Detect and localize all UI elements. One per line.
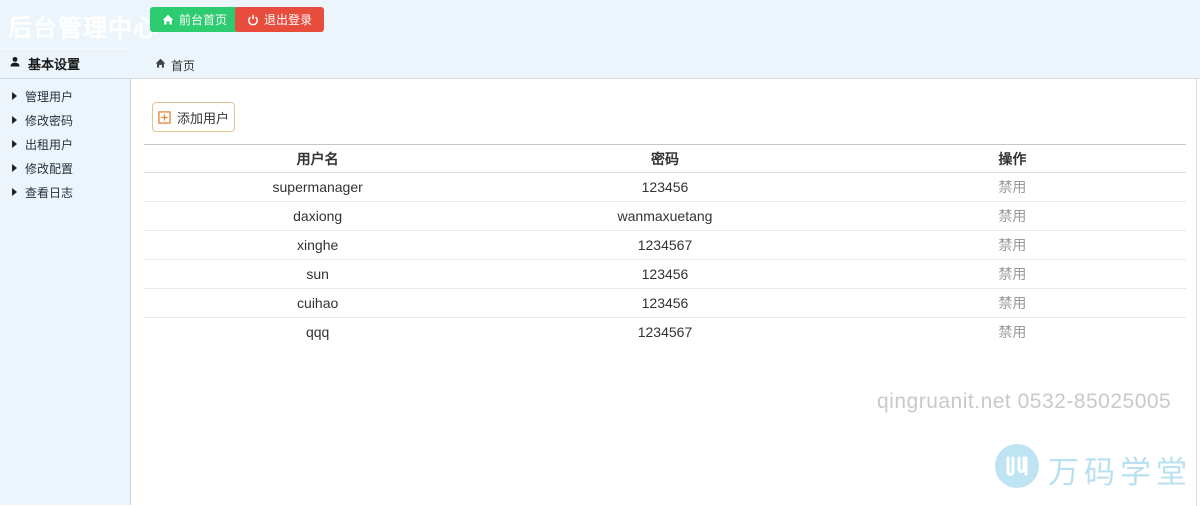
table-row: sun 123456 禁用 xyxy=(144,259,1186,289)
section-title: 基本设置 xyxy=(28,57,81,72)
plus-square-icon xyxy=(158,110,171,124)
add-user-button[interactable]: 添加用户 xyxy=(152,102,235,132)
sidebar-menu-item[interactable]: 查看日志 xyxy=(0,180,130,204)
sidebar-menu-item[interactable]: 管理用户 xyxy=(0,84,130,108)
password-cell: 123456 xyxy=(491,288,839,318)
table-row: daxiong wanmaxuetang 禁用 xyxy=(144,201,1186,231)
admin-page: 后台管理中心 前台首页 退出登录 基本设置 首页 管理用户 修改密码 出租用户 … xyxy=(0,0,1200,506)
username-cell: qqq xyxy=(305,324,330,341)
brand-name: 万码学堂 xyxy=(1048,455,1192,490)
home-icon xyxy=(155,58,166,72)
sidebar-menu-item[interactable]: 修改密码 xyxy=(0,108,130,132)
table-row: supermanager 123456 禁用 xyxy=(144,172,1186,202)
username-cell: cuihao xyxy=(144,288,492,318)
disable-action-link[interactable]: 禁用 xyxy=(838,259,1186,289)
column-header-username: 用户名 xyxy=(144,144,492,173)
password-cell: 1234567 xyxy=(637,324,693,341)
disable-action-link[interactable]: 禁用 xyxy=(838,288,1186,318)
sidebar-item-label: 出租用户 xyxy=(25,137,74,152)
disable-action-link[interactable]: 禁用 xyxy=(838,172,1186,202)
caret-right-icon xyxy=(12,140,17,148)
table-row: xinghe 1234567 禁用 xyxy=(144,230,1186,260)
add-user-label: 添加用户 xyxy=(176,110,229,126)
brand-logo-icon xyxy=(995,444,1039,488)
password-cell: 123456 xyxy=(491,259,839,289)
sidebar: 管理用户 修改密码 出租用户 修改配置 查看日志 xyxy=(0,79,131,505)
top-header-band: 后台管理中心 前台首页 退出登录 基本设置 首页 xyxy=(0,0,1200,79)
logout-button[interactable]: 退出登录 xyxy=(235,7,325,32)
sidebar-menu-item[interactable]: 修改配置 xyxy=(0,156,130,180)
user-table: 用户名 密码 操作 supermanager 123456 禁用 daxiong… xyxy=(144,144,1186,347)
page-title: 后台管理中心 xyxy=(8,15,158,42)
disable-action-link[interactable]: 禁用 xyxy=(838,230,1186,260)
breadcrumb-label: 首页 xyxy=(171,58,196,73)
home-icon xyxy=(162,14,174,26)
password-cell: wanmaxuetang xyxy=(491,201,839,231)
front-home-button[interactable]: 前台首页 xyxy=(150,7,240,32)
username-cell: sun xyxy=(144,259,492,289)
sidebar-section-header: 基本设置 xyxy=(0,49,131,78)
watermark-text: qingruanit.net 0532-85025005 xyxy=(877,390,1172,413)
username-cell: daxiong xyxy=(144,201,492,231)
content-right-border xyxy=(1196,79,1197,506)
caret-right-icon xyxy=(12,92,17,100)
disable-action-link[interactable]: 禁用 xyxy=(839,318,1186,347)
column-header-action: 操作 xyxy=(838,144,1186,173)
caret-right-icon xyxy=(12,188,17,196)
power-icon xyxy=(247,14,259,26)
table-row: qqq 1234567 禁用 xyxy=(144,318,1186,347)
logout-label: 退出登录 xyxy=(264,13,313,27)
password-cell: 1234567 xyxy=(491,230,839,260)
caret-right-icon xyxy=(12,164,17,172)
username-cell: xinghe xyxy=(144,230,492,260)
column-header-password: 密码 xyxy=(491,144,839,173)
disable-action-link[interactable]: 禁用 xyxy=(838,201,1186,231)
user-icon xyxy=(9,55,21,73)
sidebar-menu-item[interactable]: 出租用户 xyxy=(0,132,130,156)
table-header-row: 用户名 密码 操作 xyxy=(144,144,1186,173)
username-cell: supermanager xyxy=(144,172,492,202)
sidebar-item-label: 查看日志 xyxy=(25,185,74,200)
sidebar-item-label: 管理用户 xyxy=(25,89,74,104)
caret-right-icon xyxy=(12,116,17,124)
password-cell: 123456 xyxy=(491,172,839,202)
breadcrumb[interactable]: 首页 xyxy=(155,55,195,75)
sidebar-item-label: 修改密码 xyxy=(25,113,74,128)
sidebar-item-label: 修改配置 xyxy=(25,161,74,176)
table-row: cuihao 123456 禁用 xyxy=(144,288,1186,318)
front-home-label: 前台首页 xyxy=(179,13,228,27)
